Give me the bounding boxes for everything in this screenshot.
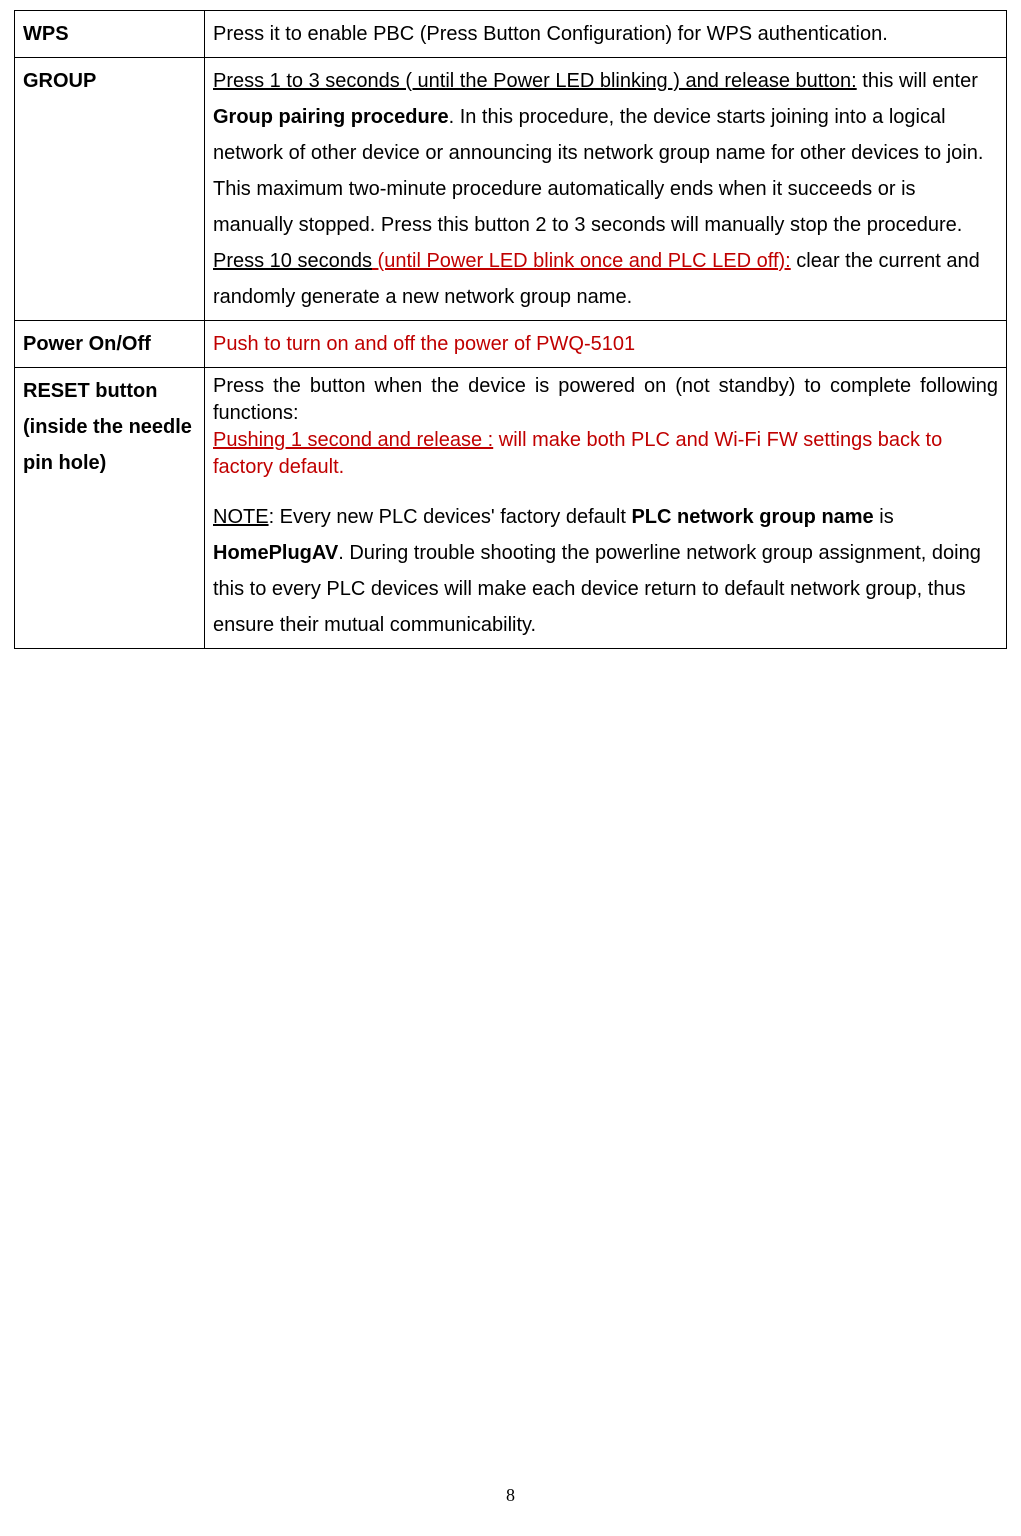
wps-desc: Press it to enable PBC (Press Button Con… bbox=[205, 11, 1007, 58]
reset-push1: Pushing 1 second and release : will make… bbox=[213, 427, 998, 481]
reset-note-label: NOTE bbox=[213, 506, 269, 528]
table-row-power: Power On/Off Push to turn on and off the… bbox=[15, 321, 1007, 368]
reset-note-bold1: PLC network group name bbox=[631, 506, 873, 528]
reset-note-mid: is bbox=[874, 506, 894, 528]
reset-push1-underline: Pushing 1 second and release : bbox=[213, 429, 493, 451]
device-button-table: WPS Press it to enable PBC (Press Button… bbox=[14, 10, 1007, 649]
reset-intro: Press the button when the device is powe… bbox=[213, 373, 998, 427]
table-row-group: GROUP Press 1 to 3 seconds ( until the P… bbox=[15, 58, 1007, 321]
group-press10-red: (until Power LED blink once and PLC LED … bbox=[372, 250, 791, 272]
group-press1-underline: Press 1 to 3 seconds ( until the Power L… bbox=[213, 70, 857, 92]
reset-label-line1: RESET button bbox=[23, 380, 157, 402]
power-desc: Push to turn on and off the power of PWQ… bbox=[205, 321, 1007, 368]
reset-desc: Press the button when the device is powe… bbox=[205, 368, 1007, 649]
reset-note: NOTE: Every new PLC devices' factory def… bbox=[213, 499, 998, 643]
page-number: 8 bbox=[0, 1485, 1021, 1506]
wps-label: WPS bbox=[15, 11, 205, 58]
group-desc: Press 1 to 3 seconds ( until the Power L… bbox=[205, 58, 1007, 321]
reset-note-after: : Every new PLC devices' factory default bbox=[269, 506, 632, 528]
table-row-reset: RESET button (inside the needle pin hole… bbox=[15, 368, 1007, 649]
group-press10-prefix: Press 10 seconds bbox=[213, 250, 372, 272]
reset-label: RESET button (inside the needle pin hole… bbox=[15, 368, 205, 649]
group-label: GROUP bbox=[15, 58, 205, 321]
group-press1-bold: Group pairing procedure bbox=[213, 106, 449, 128]
group-press1-after: this will enter bbox=[857, 70, 978, 92]
table-row-wps: WPS Press it to enable PBC (Press Button… bbox=[15, 11, 1007, 58]
reset-note-bold2: HomePlugAV bbox=[213, 542, 338, 564]
power-label: Power On/Off bbox=[15, 321, 205, 368]
reset-label-line2: (inside the needle pin hole) bbox=[23, 416, 192, 474]
